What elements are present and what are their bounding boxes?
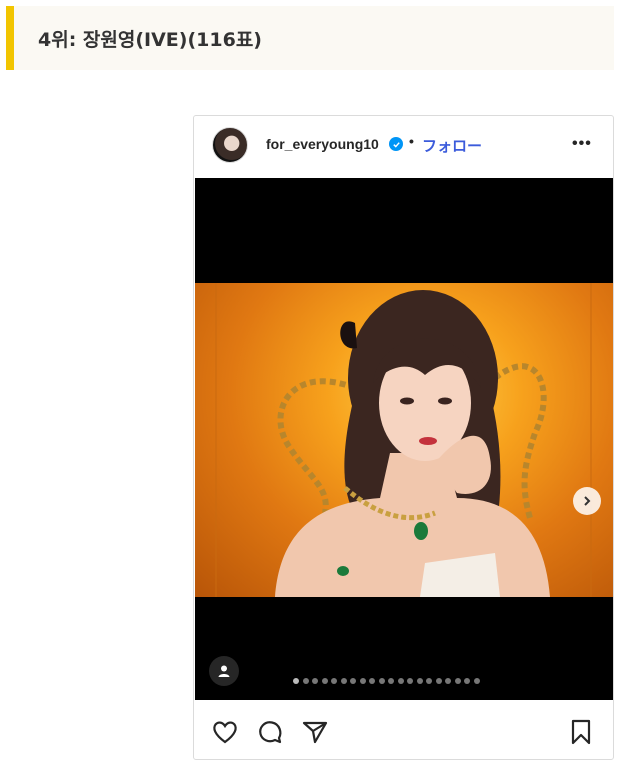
ranking-heading: 4위: 장원영(IVE)(116표) xyxy=(6,6,614,70)
post-actions xyxy=(194,700,613,760)
carousel-dot xyxy=(426,678,432,684)
carousel-indicator xyxy=(293,678,480,684)
carousel-dot xyxy=(464,678,470,684)
post-media[interactable] xyxy=(195,178,613,700)
bookmark-icon[interactable] xyxy=(567,718,595,746)
carousel-dot xyxy=(388,678,394,684)
instagram-embed: for_everyoung10 • フォロー ••• xyxy=(193,115,614,760)
carousel-dot xyxy=(473,678,480,684)
chevron-right-icon xyxy=(584,496,591,506)
user-tag-icon[interactable] xyxy=(209,656,239,686)
carousel-dot xyxy=(369,678,375,684)
heart-icon[interactable] xyxy=(211,718,239,746)
carousel-dot xyxy=(454,678,461,684)
carousel-dot xyxy=(321,678,328,684)
carousel-dot xyxy=(293,678,299,684)
carousel-next-button[interactable] xyxy=(573,487,601,515)
post-photo xyxy=(195,283,613,597)
carousel-dot xyxy=(312,678,318,684)
carousel-dot xyxy=(340,678,347,684)
carousel-dot xyxy=(350,678,356,684)
carousel-dot xyxy=(331,678,337,684)
carousel-dot xyxy=(378,678,385,684)
carousel-dot xyxy=(397,678,404,684)
post-header: for_everyoung10 • フォロー ••• xyxy=(194,116,613,178)
profile-avatar[interactable] xyxy=(212,127,248,163)
paper-plane-icon[interactable] xyxy=(301,718,329,746)
more-options-button[interactable]: ••• xyxy=(572,135,592,153)
comment-icon[interactable] xyxy=(256,718,284,746)
ranking-heading-text: 4위: 장원영(IVE)(116표) xyxy=(38,28,262,51)
carousel-dot xyxy=(407,678,413,684)
carousel-dot xyxy=(416,678,423,684)
carousel-dot xyxy=(359,678,366,684)
follow-button[interactable]: フォロー xyxy=(422,135,482,156)
verified-badge-icon xyxy=(389,137,403,151)
carousel-dot xyxy=(445,678,451,684)
username-link[interactable]: for_everyoung10 xyxy=(266,136,379,152)
header-separator: • xyxy=(409,133,414,149)
carousel-dot xyxy=(435,678,442,684)
carousel-dot xyxy=(302,678,309,684)
